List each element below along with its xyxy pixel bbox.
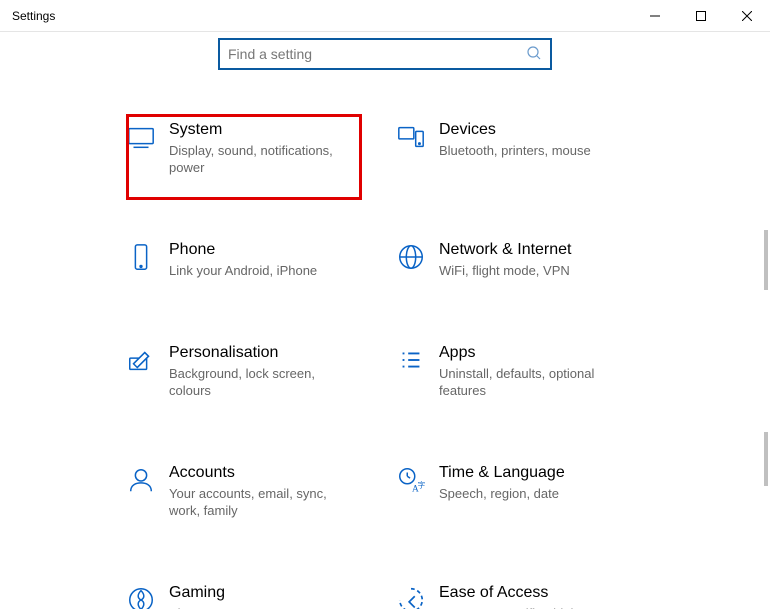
category-title: Ease of Access	[439, 583, 623, 603]
minimize-button[interactable]	[632, 0, 678, 32]
monitor-icon	[119, 120, 163, 152]
gaming-icon	[119, 583, 163, 609]
category-title: Network & Internet	[439, 240, 572, 260]
category-accounts[interactable]: Accounts Your accounts, email, sync, wor…	[115, 459, 385, 523]
category-desc: WiFi, flight mode, VPN	[439, 262, 572, 279]
scrollbar[interactable]	[764, 230, 768, 290]
phone-icon	[119, 240, 163, 272]
category-title: Personalisation	[169, 343, 353, 363]
category-title: System	[169, 120, 353, 140]
category-phone[interactable]: Phone Link your Android, iPhone	[115, 236, 385, 283]
titlebar: Settings	[0, 0, 770, 32]
time-language-icon: A 字	[389, 463, 433, 495]
globe-icon	[389, 240, 433, 272]
category-network[interactable]: Network & Internet WiFi, flight mode, VP…	[385, 236, 655, 283]
maximize-button[interactable]	[678, 0, 724, 32]
category-desc: Speech, region, date	[439, 485, 565, 502]
search-box[interactable]	[218, 38, 552, 70]
window-title: Settings	[0, 9, 55, 23]
category-title: Devices	[439, 120, 591, 140]
devices-icon	[389, 120, 433, 152]
category-desc: Uninstall, defaults, optional features	[439, 365, 623, 399]
category-title: Apps	[439, 343, 623, 363]
ease-of-access-icon	[389, 583, 433, 609]
category-title: Accounts	[169, 463, 353, 483]
category-title: Time & Language	[439, 463, 565, 483]
category-devices[interactable]: Devices Bluetooth, printers, mouse	[385, 116, 655, 180]
close-button[interactable]	[724, 0, 770, 32]
category-desc: Xbox Game Bar, captures, Game Mode	[169, 605, 353, 609]
category-apps[interactable]: Apps Uninstall, defaults, optional featu…	[385, 339, 655, 403]
search-icon	[526, 45, 542, 64]
category-ease-of-access[interactable]: Ease of Access Narrator, magnifier, high…	[385, 579, 655, 609]
category-title: Gaming	[169, 583, 353, 603]
paint-icon	[119, 343, 163, 375]
category-title: Phone	[169, 240, 317, 260]
category-personalisation[interactable]: Personalisation Background, lock screen,…	[115, 339, 385, 403]
category-time[interactable]: A 字 Time & Language Speech, region, date	[385, 459, 655, 523]
category-gaming[interactable]: Gaming Xbox Game Bar, captures, Game Mod…	[115, 579, 385, 609]
person-icon	[119, 463, 163, 495]
category-desc: Display, sound, notifications, power	[169, 142, 353, 176]
category-desc: Background, lock screen, colours	[169, 365, 353, 399]
list-icon	[389, 343, 433, 375]
search-input[interactable]	[228, 46, 526, 62]
category-desc: Bluetooth, printers, mouse	[439, 142, 591, 159]
category-desc: Narrator, magnifier, high contrast	[439, 605, 623, 609]
category-desc: Link your Android, iPhone	[169, 262, 317, 279]
scrollbar[interactable]	[764, 432, 768, 486]
category-desc: Your accounts, email, sync, work, family	[169, 485, 353, 519]
category-system[interactable]: System Display, sound, notifications, po…	[115, 116, 385, 180]
svg-text:字: 字	[418, 480, 426, 490]
